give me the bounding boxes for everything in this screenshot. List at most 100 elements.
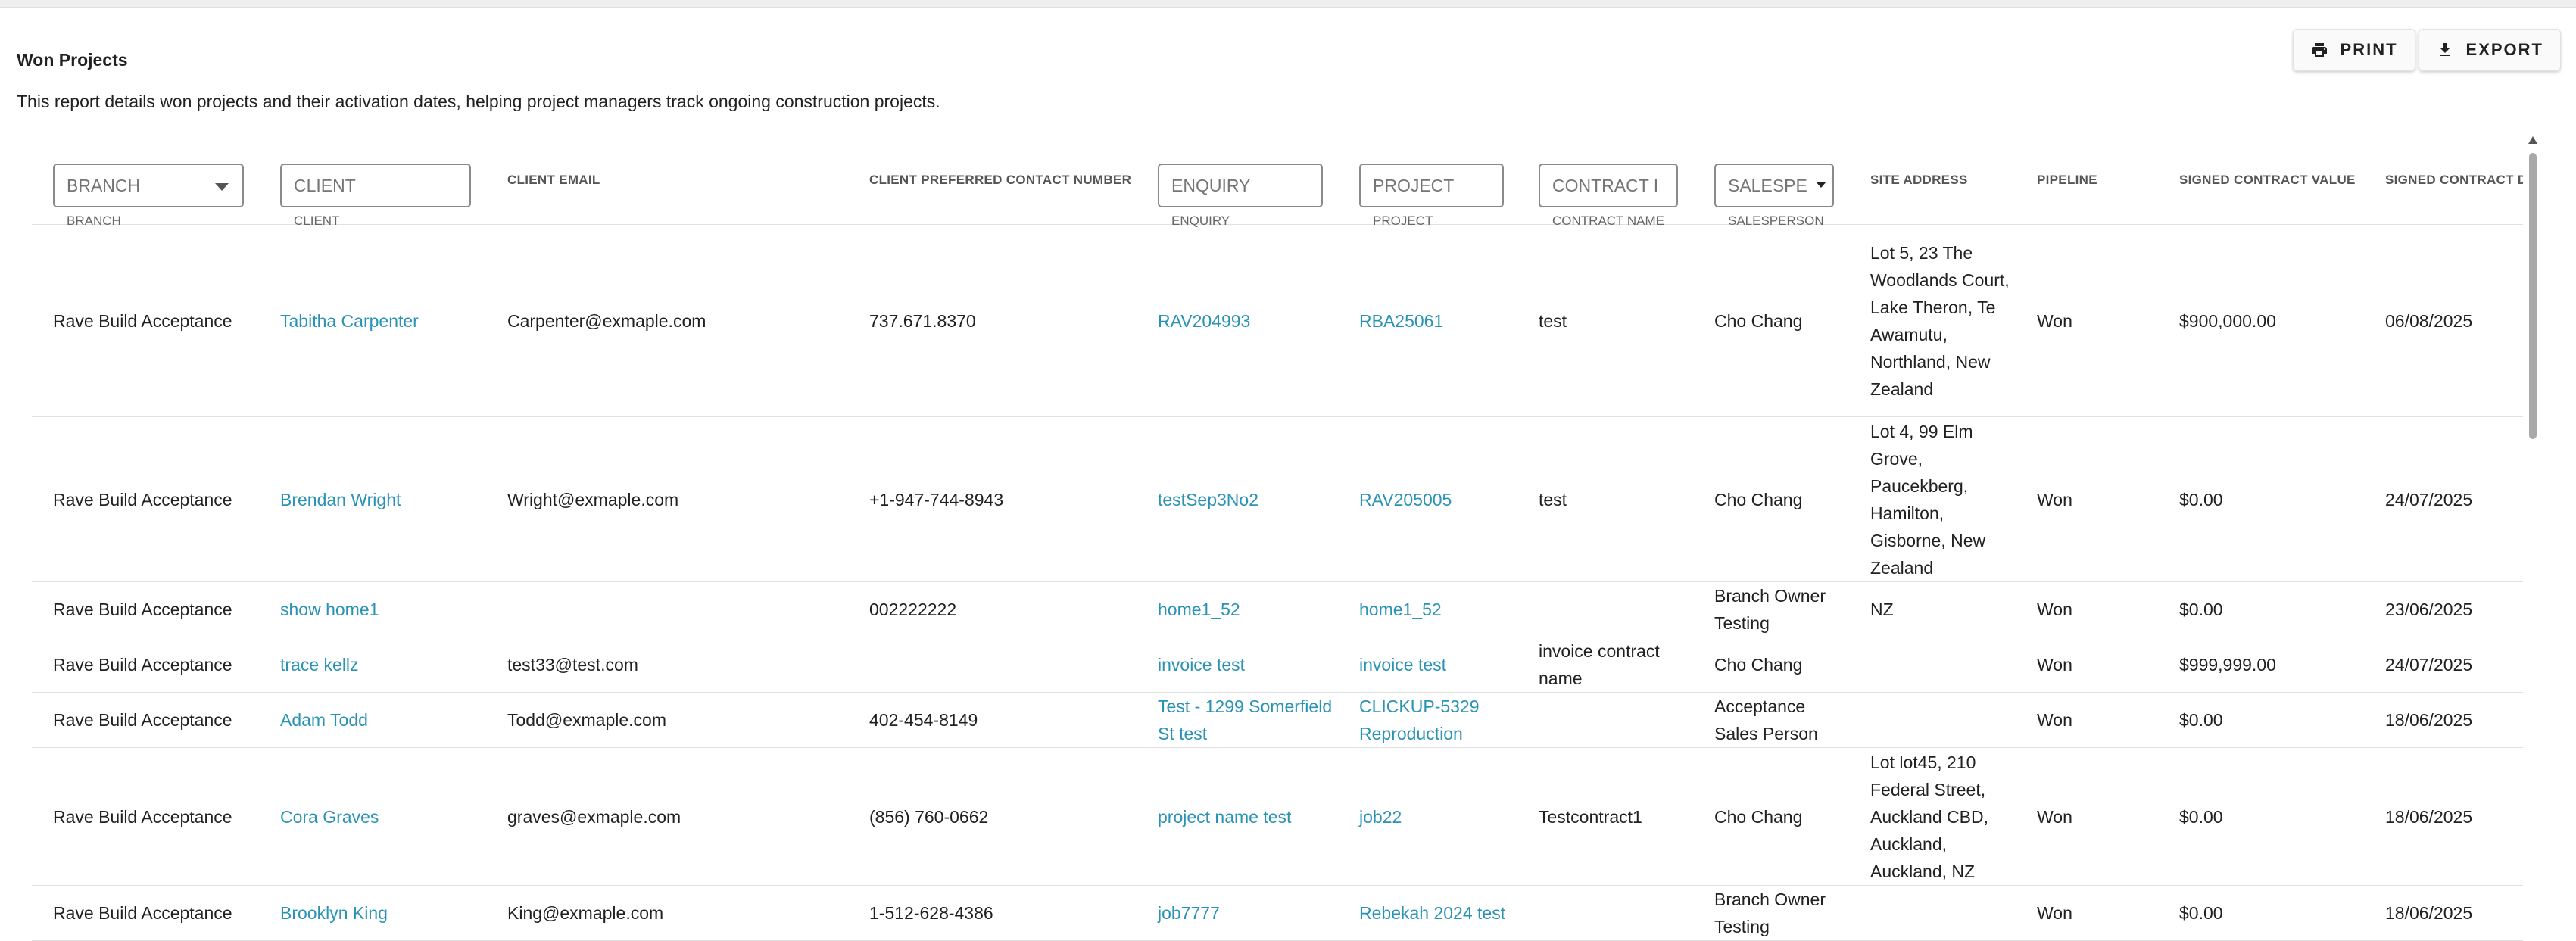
enquiry-link[interactable]: home1_52 (1158, 600, 1240, 619)
branch-cell: Rave Build Acceptance (32, 581, 259, 637)
pipeline-header-label: PIPELINE (2037, 173, 2097, 187)
client-link[interactable]: Cora Graves (280, 807, 379, 827)
salesperson-cell: Branch Owner Testing (1693, 885, 1849, 941)
report-toolbar: PRINT EXPORT (2292, 29, 2561, 71)
salesperson-cell: Cho Chang (1693, 747, 1849, 886)
enquiry-link[interactable]: job7777 (1158, 903, 1220, 923)
email-cell: graves@exmaple.com (486, 747, 848, 886)
table-row: Rave Build Acceptance Tabitha Carpenter … (32, 224, 2523, 417)
email-cell: Todd@exmaple.com (486, 692, 848, 748)
pipeline-cell: Won (2016, 224, 2158, 417)
enquiry-link[interactable]: invoice test (1158, 655, 1245, 675)
address-cell (1849, 885, 2016, 941)
enquiry-link[interactable]: testSep3No2 (1158, 490, 1258, 509)
top-app-bar (0, 0, 2576, 8)
address-cell (1849, 637, 2016, 693)
export-label: EXPORT (2465, 40, 2543, 59)
vertical-scrollbar[interactable] (2525, 136, 2541, 941)
client-email-column-header[interactable]: CLIENT EMAIL (486, 136, 848, 225)
branch-cell: Rave Build Acceptance (32, 692, 259, 748)
salesperson-filter-select[interactable]: SALESPE (1714, 164, 1834, 207)
client-cell: Brendan Wright (259, 416, 486, 582)
contract-name-filter-caption: CONTRACT NAME (1552, 213, 1664, 228)
client-link[interactable]: show home1 (280, 600, 379, 619)
project-link[interactable]: job22 (1359, 807, 1402, 827)
signed-value-column-header[interactable]: SIGNED CONTRACT VALUE (2158, 136, 2364, 225)
phone-cell: 1-512-628-4386 (848, 885, 1137, 941)
scroll-up-arrow-icon[interactable] (2528, 136, 2537, 144)
project-cell: Rebekah 2024 test (1338, 885, 1517, 941)
enquiry-link[interactable]: project name test (1158, 807, 1291, 827)
salesperson-column-header: SALESPE SALESPERSON (1693, 136, 1849, 228)
export-button[interactable]: EXPORT (2418, 29, 2561, 71)
print-button[interactable]: PRINT (2292, 29, 2415, 71)
project-cell: RAV205005 (1338, 416, 1517, 582)
email-cell: test33@test.com (486, 637, 848, 693)
pipeline-cell: Won (2016, 581, 2158, 637)
scrollbar-thumb[interactable] (2529, 153, 2537, 439)
client-filter-input[interactable]: CLIENT (280, 164, 471, 207)
client-cell: Tabitha Carpenter (259, 224, 486, 417)
salesperson-cell: Cho Chang (1693, 416, 1849, 582)
pipeline-column-header[interactable]: PIPELINE (2016, 136, 2158, 225)
client-cell: show home1 (259, 581, 486, 637)
address-cell (1849, 692, 2016, 748)
project-link[interactable]: RBA25061 (1359, 311, 1443, 331)
project-link[interactable]: invoice test (1359, 655, 1446, 675)
email-cell: Wright@exmaple.com (486, 416, 848, 582)
enquiry-cell: project name test (1137, 747, 1338, 886)
project-cell: job22 (1338, 747, 1517, 886)
client-filter-caption: CLIENT (294, 213, 340, 228)
date-cell: 23/06/2025 (2364, 581, 2523, 637)
client-link[interactable]: trace kellz (280, 655, 359, 675)
email-cell (486, 581, 848, 637)
client-link[interactable]: Tabitha Carpenter (280, 311, 419, 331)
client-column-header: CLIENT CLIENT (259, 136, 486, 228)
contract-cell (1517, 885, 1693, 941)
signed-date-header-label: SIGNED CONTRACT DA (2385, 173, 2523, 187)
date-cell: 18/06/2025 (2364, 747, 2523, 886)
branch-filter-select[interactable]: BRANCH (53, 164, 244, 207)
client-filter-placeholder: CLIENT (294, 175, 356, 195)
site-address-column-header[interactable]: SITE ADDRESS (1849, 136, 2016, 225)
client-email-header-label: CLIENT EMAIL (507, 173, 600, 187)
project-link[interactable]: Rebekah 2024 test (1359, 903, 1505, 923)
client-link[interactable]: Brooklyn King (280, 903, 388, 923)
table-row: Rave Build Acceptance trace kellz test33… (32, 637, 2523, 693)
table-row: Rave Build Acceptance Adam Todd Todd@exm… (32, 692, 2523, 748)
contract-name-column-header: CONTRACT I CONTRACT NAME (1517, 136, 1693, 228)
enquiry-link[interactable]: RAV204993 (1158, 311, 1250, 331)
enquiry-cell: Test - 1299 Somerfield St test (1137, 692, 1338, 748)
printer-icon (2311, 43, 2327, 57)
client-link[interactable]: Adam Todd (280, 710, 368, 730)
contract-name-filter-input[interactable]: CONTRACT I (1539, 164, 1678, 207)
project-link[interactable]: RAV205005 (1359, 490, 1452, 509)
signed-date-column-header[interactable]: SIGNED CONTRACT DA (2364, 136, 2523, 225)
date-cell: 18/06/2025 (2364, 885, 2523, 941)
client-cell: Adam Todd (259, 692, 486, 748)
project-filter-caption: PROJECT (1373, 213, 1433, 228)
enquiry-filter-input[interactable]: ENQUIRY (1158, 164, 1323, 207)
value-cell: $999,999.00 (2158, 637, 2364, 693)
contract-cell: test (1517, 224, 1693, 417)
project-filter-placeholder: PROJECT (1373, 175, 1455, 195)
date-cell: 18/06/2025 (2364, 692, 2523, 748)
value-cell: $0.00 (2158, 581, 2364, 637)
contact-number-column-header[interactable]: CLIENT PREFERRED CONTACT NUMBER (848, 136, 1137, 225)
date-cell: 24/07/2025 (2364, 637, 2523, 693)
branch-cell: Rave Build Acceptance (32, 224, 259, 417)
phone-cell: 402-454-8149 (848, 692, 1137, 748)
report-table-container: BRANCH BRANCH CLIENT CLIENT CLIENT EMAIL (32, 136, 2523, 941)
project-filter-input[interactable]: PROJECT (1359, 164, 1504, 207)
branch-column-header: BRANCH BRANCH (32, 136, 259, 228)
client-cell: Brooklyn King (259, 885, 486, 941)
salesperson-cell: Cho Chang (1693, 224, 1849, 417)
enquiry-link[interactable]: Test - 1299 Somerfield St test (1158, 696, 1332, 743)
branch-cell: Rave Build Acceptance (32, 416, 259, 582)
pipeline-cell: Won (2016, 416, 2158, 582)
client-link[interactable]: Brendan Wright (280, 490, 401, 509)
project-link[interactable]: CLICKUP-5329 Reproduction (1359, 696, 1480, 743)
value-cell: $900,000.00 (2158, 224, 2364, 417)
pipeline-cell: Won (2016, 747, 2158, 886)
project-link[interactable]: home1_52 (1359, 600, 1442, 619)
